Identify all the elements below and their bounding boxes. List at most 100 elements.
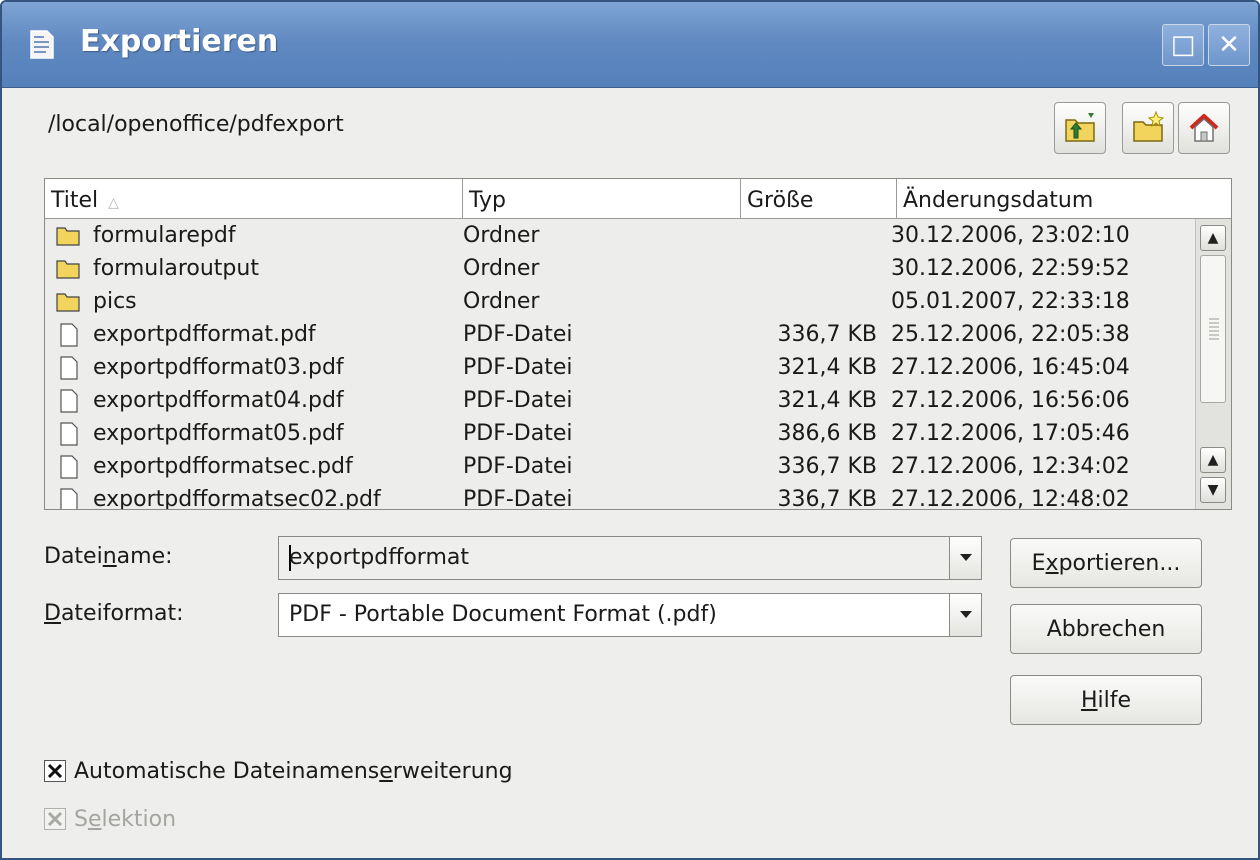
file-date: 27.12.2006, 16:56:06: [891, 388, 1130, 413]
file-icon: [60, 488, 78, 509]
column-header-date[interactable]: Änderungsdatum: [897, 179, 1231, 219]
file-type: Ordner: [463, 289, 540, 314]
file-name: formularepdf: [93, 223, 236, 248]
folder-up-button[interactable]: [1054, 102, 1106, 154]
list-header: Titel △ Typ Größe Änderungsdatum: [45, 179, 1231, 219]
list-item[interactable]: pics Ordner 05.01.2007, 22:33:18: [45, 285, 1195, 318]
sort-ascending-icon: △: [108, 195, 119, 211]
scroll-up-button-lower[interactable]: ▲: [1200, 447, 1226, 473]
file-format-value: PDF - Portable Document Format (.pdf): [289, 602, 717, 627]
folder-icon: [56, 227, 80, 246]
file-format-dropdown-button[interactable]: [949, 594, 981, 636]
file-size: 321,4 KB: [777, 355, 878, 380]
auto-extension-checkbox[interactable]: [44, 760, 66, 782]
list-item[interactable]: exportpdfformat.pdf PDF-Datei 336,7 KB 2…: [45, 318, 1195, 351]
column-header-title[interactable]: Titel △: [45, 179, 463, 219]
column-date-label: Änderungsdatum: [903, 188, 1094, 213]
arrow-up-icon: ▲: [1207, 230, 1219, 246]
file-type: PDF-Datei: [463, 421, 573, 446]
file-name: exportpdfformatsec02.pdf: [93, 487, 381, 510]
new-folder-button[interactable]: [1122, 102, 1174, 154]
current-path: /local/openoffice/pdfexport: [48, 112, 344, 137]
file-format-label: Dateiformat:: [44, 601, 184, 626]
file-date: 27.12.2006, 17:05:46: [891, 421, 1130, 446]
file-name: exportpdfformat05.pdf: [93, 421, 344, 446]
column-header-type[interactable]: Typ: [463, 179, 741, 219]
file-type: PDF-Datei: [463, 322, 573, 347]
file-name: formularoutput: [93, 256, 259, 281]
list-item[interactable]: formularepdf Ordner 30.12.2006, 23:02:10: [45, 219, 1195, 252]
home-button[interactable]: [1178, 102, 1230, 154]
vertical-scrollbar[interactable]: ▲ ▲ ▼: [1195, 219, 1231, 509]
folder-icon: [56, 260, 80, 279]
list-item[interactable]: exportpdfformat04.pdf PDF-Datei 321,4 KB…: [45, 384, 1195, 417]
file-size: 386,6 KB: [777, 421, 878, 446]
column-size-label: Größe: [747, 188, 814, 213]
scroll-up-button[interactable]: ▲: [1200, 225, 1226, 251]
file-size: 336,7 KB: [777, 487, 878, 510]
list-item[interactable]: exportpdfformatsec.pdf PDF-Datei 336,7 K…: [45, 450, 1195, 483]
file-name: exportpdfformat04.pdf: [93, 388, 344, 413]
scroll-down-button[interactable]: ▼: [1200, 477, 1226, 503]
file-type: PDF-Datei: [463, 388, 573, 413]
file-type: Ordner: [463, 223, 540, 248]
list-item[interactable]: exportpdfformat03.pdf PDF-Datei 321,4 KB…: [45, 351, 1195, 384]
filename-label: Dateiname:: [44, 544, 173, 569]
file-type: PDF-Datei: [463, 454, 573, 479]
filename-combobox[interactable]: exportpdfformat: [278, 536, 982, 580]
title-bar[interactable]: Exportieren □ ✕: [2, 2, 1258, 88]
file-size: 321,4 KB: [777, 388, 878, 413]
list-item[interactable]: formularoutput Ordner 30.12.2006, 22:59:…: [45, 252, 1195, 285]
export-dialog: Exportieren □ ✕ /local/openoffice/pdfexp…: [0, 0, 1260, 860]
file-icon: [60, 455, 78, 479]
file-date: 30.12.2006, 22:59:52: [891, 256, 1130, 281]
file-type: PDF-Datei: [463, 487, 573, 510]
help-button[interactable]: Hilfe: [1010, 675, 1202, 725]
file-size: 336,7 KB: [777, 454, 878, 479]
window-title: Exportieren: [80, 24, 279, 59]
document-app-icon: [30, 30, 54, 59]
column-header-size[interactable]: Größe: [741, 179, 897, 219]
file-icon: [60, 356, 78, 380]
column-type-label: Typ: [469, 188, 506, 213]
list-item[interactable]: exportpdfformat05.pdf PDF-Datei 386,6 KB…: [45, 417, 1195, 450]
auto-extension-option[interactable]: Automatische Dateinamenserweiterung: [44, 756, 513, 786]
column-title-label: Titel: [51, 188, 99, 213]
cancel-button[interactable]: Abbrechen: [1010, 604, 1202, 654]
file-type: Ordner: [463, 256, 540, 281]
check-mark-icon: [47, 811, 63, 827]
grip-icon: [1209, 318, 1219, 342]
arrow-down-icon: ▼: [1207, 482, 1219, 498]
filename-input[interactable]: exportpdfformat: [289, 537, 469, 579]
close-button[interactable]: ✕: [1208, 24, 1250, 66]
maximize-button[interactable]: □: [1162, 24, 1204, 66]
file-date: 27.12.2006, 12:34:02: [891, 454, 1130, 479]
file-format-combobox[interactable]: PDF - Portable Document Format (.pdf): [278, 593, 982, 637]
scroll-thumb[interactable]: [1200, 255, 1226, 403]
file-rows: formularepdf Ordner 30.12.2006, 23:02:10…: [45, 219, 1195, 510]
home-icon: [1189, 114, 1219, 142]
file-name: exportpdfformatsec.pdf: [93, 454, 353, 479]
file-name: exportpdfformat.pdf: [93, 322, 316, 347]
file-list[interactable]: Titel △ Typ Größe Änderungsdatum formular…: [44, 178, 1232, 510]
file-size: 336,7 KB: [777, 322, 878, 347]
close-icon: ✕: [1218, 30, 1240, 60]
export-button[interactable]: Ex portieren...: [1010, 538, 1202, 588]
file-date: 27.12.2006, 12:48:02: [891, 487, 1130, 510]
selection-checkbox: [44, 808, 66, 830]
selection-label: Selektion: [74, 806, 177, 832]
file-type: PDF-Datei: [463, 355, 573, 380]
file-icon: [60, 323, 78, 347]
file-date: 05.01.2007, 22:33:18: [891, 289, 1130, 314]
selection-option: Selektion: [44, 804, 176, 834]
folder-up-icon: [1065, 113, 1095, 142]
list-item[interactable]: exportpdfformatsec02.pdf PDF-Datei 336,7…: [45, 483, 1195, 510]
auto-extension-label: Automatische Dateinamenserweiterung: [74, 758, 513, 784]
maximize-icon: □: [1170, 30, 1196, 60]
file-icon: [60, 389, 78, 413]
filename-dropdown-button[interactable]: [949, 537, 981, 579]
file-date: 27.12.2006, 16:45:04: [891, 355, 1130, 380]
folder-icon: [56, 293, 80, 312]
new-folder-icon: [1133, 110, 1165, 142]
file-date: 30.12.2006, 23:02:10: [891, 223, 1130, 248]
